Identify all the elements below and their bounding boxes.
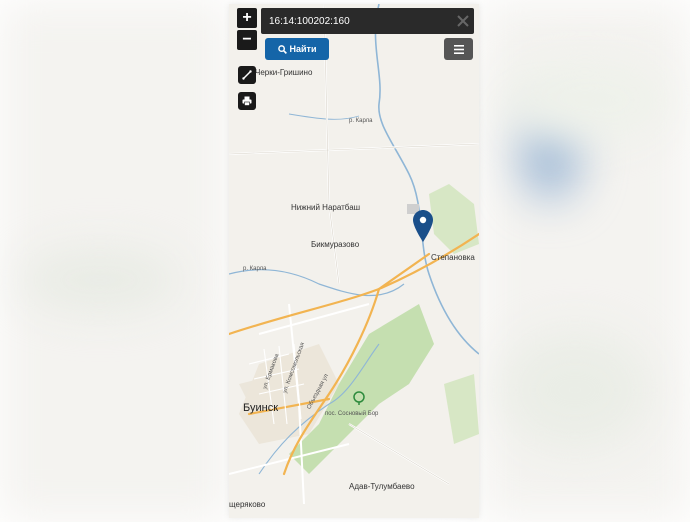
clear-search-button[interactable]: [452, 10, 474, 32]
search-bar: [261, 8, 474, 34]
print-button[interactable]: [238, 92, 256, 110]
measure-button[interactable]: [238, 66, 256, 84]
place-label: Адав-Тулумбаево: [349, 482, 415, 491]
zoom-in-button[interactable]: +: [237, 8, 257, 28]
menu-button[interactable]: [444, 38, 473, 60]
road-label: р. Карла: [243, 266, 267, 272]
place-label: Черки-Гришино: [255, 68, 313, 77]
map-pin-icon[interactable]: [413, 210, 433, 242]
close-icon: [457, 15, 469, 27]
place-label-city: Буинск: [243, 402, 279, 414]
print-icon: [242, 96, 252, 106]
search-input[interactable]: [261, 14, 452, 28]
ruler-icon: [242, 70, 252, 80]
place-label: щеряково: [229, 500, 266, 509]
place-label: Нижний Наратбаш: [291, 203, 361, 212]
menu-icon: [453, 44, 464, 54]
place-label: Бикмуразово: [311, 240, 360, 249]
zoom-out-button[interactable]: −: [237, 30, 257, 50]
find-button-label: Найти: [289, 44, 317, 54]
find-button[interactable]: Найти: [265, 38, 329, 60]
park-icon: [353, 391, 365, 405]
road-label: р. Карла: [349, 118, 373, 124]
place-label: Степановка: [431, 253, 475, 262]
search-icon: [277, 44, 287, 54]
map-viewport[interactable]: Черки-Гришино Нижний Наратбаш Бикмуразов…: [229, 4, 479, 518]
place-label: пос. Сосновый Бор: [325, 411, 379, 417]
